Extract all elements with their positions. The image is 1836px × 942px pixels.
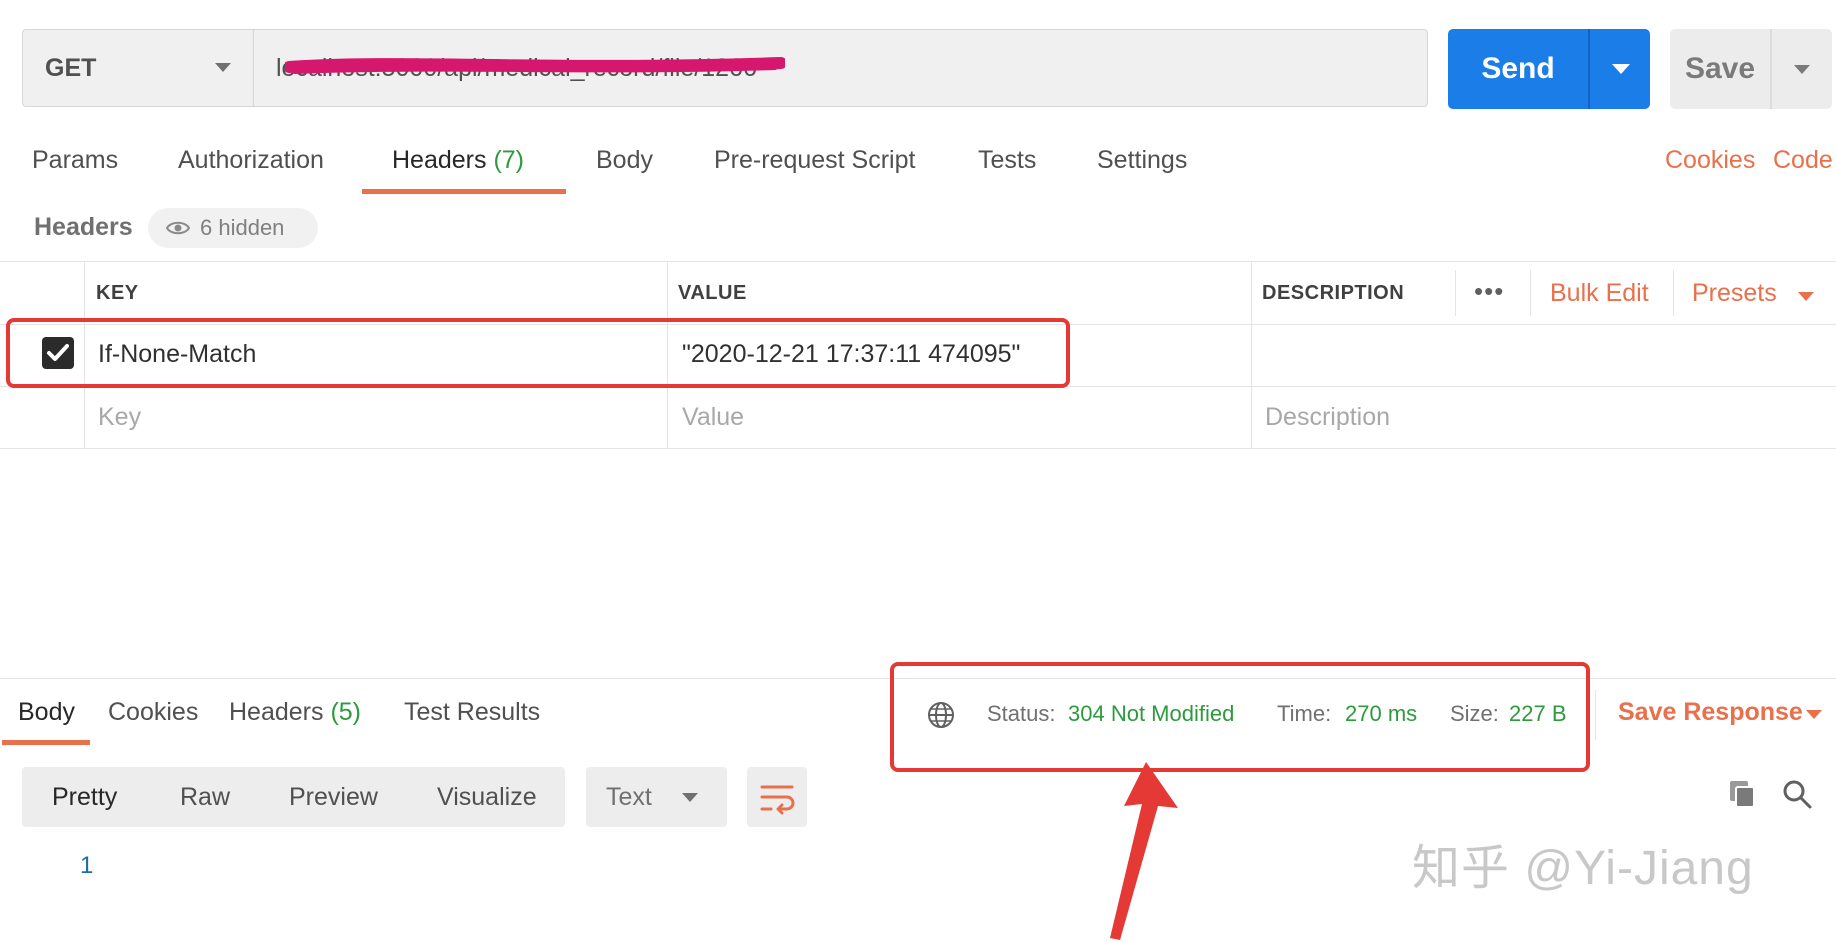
- view-mode-visualize[interactable]: Visualize: [437, 783, 537, 812]
- table-col-divider: [1455, 270, 1456, 316]
- chevron-down-icon: [1798, 292, 1814, 301]
- hidden-headers-count: 6 hidden: [200, 215, 285, 240]
- new-key-input[interactable]: Key: [98, 403, 141, 432]
- response-tab-test-results[interactable]: Test Results: [404, 698, 540, 727]
- view-mode-raw[interactable]: Raw: [180, 783, 230, 812]
- tab-body[interactable]: Body: [596, 146, 653, 175]
- chevron-down-icon: [215, 63, 231, 72]
- send-button[interactable]: Send: [1448, 29, 1650, 109]
- watermark: 知乎 @Yi-Jiang: [1412, 842, 1754, 895]
- save-options-button[interactable]: [1772, 29, 1832, 109]
- table-border-top: [0, 261, 1836, 262]
- hidden-headers-toggle[interactable]: 6 hidden: [148, 208, 318, 248]
- format-select[interactable]: Text: [586, 767, 727, 827]
- bulk-edit-link[interactable]: Bulk Edit: [1550, 279, 1649, 308]
- response-tab-headers-label: Headers: [229, 698, 324, 726]
- table-border-bottom: [0, 448, 1836, 449]
- view-mode-preview[interactable]: Preview: [289, 783, 378, 812]
- table-col-divider: [1530, 270, 1531, 316]
- line-number: 1: [80, 852, 94, 879]
- annotation-box-header: [6, 318, 1070, 388]
- tab-params[interactable]: Params: [32, 146, 118, 175]
- chevron-down-icon: [1612, 64, 1630, 74]
- presets-dropdown[interactable]: Presets: [1692, 279, 1777, 308]
- chevron-down-icon: [1794, 65, 1810, 74]
- copy-icon[interactable]: [1726, 777, 1760, 811]
- save-label: Save: [1684, 52, 1756, 85]
- tab-tests[interactable]: Tests: [978, 146, 1036, 175]
- save-response-button[interactable]: Save Response: [1618, 698, 1803, 727]
- table-col-divider: [1673, 270, 1674, 316]
- send-options-button[interactable]: [1590, 29, 1650, 109]
- headers-section-title: Headers: [34, 213, 133, 241]
- search-icon[interactable]: [1780, 777, 1814, 811]
- tab-headers-label: Headers: [392, 146, 487, 174]
- send-label: Send: [1481, 52, 1555, 85]
- annotation-box-status: [890, 662, 1590, 772]
- code-link[interactable]: Code: [1773, 146, 1833, 175]
- method-label: GET: [45, 53, 97, 82]
- column-header-key: KEY: [96, 282, 139, 304]
- new-description-input[interactable]: Description: [1265, 403, 1390, 432]
- wrap-lines-button[interactable]: [747, 767, 807, 827]
- table-col-divider: [1251, 262, 1252, 448]
- save-button[interactable]: Save: [1670, 29, 1832, 109]
- cookies-link[interactable]: Cookies: [1665, 146, 1755, 175]
- tab-pre-request-script[interactable]: Pre-request Script: [714, 146, 915, 175]
- new-value-input[interactable]: Value: [682, 403, 744, 432]
- eye-icon: [166, 221, 190, 235]
- chevron-down-icon: [1806, 710, 1822, 719]
- tab-headers-count: (7): [493, 146, 525, 174]
- tab-headers[interactable]: Headers (7): [392, 146, 524, 175]
- annotation-arrow: [1110, 762, 1178, 940]
- more-options-icon[interactable]: •••: [1474, 276, 1504, 307]
- chevron-down-icon: [682, 793, 698, 802]
- active-tab-indicator: [2, 740, 90, 745]
- view-mode-pretty[interactable]: Pretty: [52, 783, 117, 812]
- response-tab-body[interactable]: Body: [18, 698, 75, 727]
- tab-authorization[interactable]: Authorization: [178, 146, 324, 175]
- response-tab-cookies[interactable]: Cookies: [108, 698, 198, 727]
- response-tab-headers[interactable]: Headers (5): [229, 698, 361, 727]
- response-tab-headers-count: (5): [330, 698, 362, 726]
- method-select[interactable]: GET: [22, 29, 254, 107]
- format-label: Text: [606, 783, 652, 811]
- wrap-lines-icon: [760, 785, 795, 815]
- column-header-description: DESCRIPTION: [1262, 282, 1405, 304]
- column-header-value: VALUE: [678, 282, 747, 304]
- tab-settings[interactable]: Settings: [1097, 146, 1187, 175]
- redaction-scribble: [285, 57, 785, 74]
- active-tab-indicator: [362, 189, 566, 194]
- status-divider: [1595, 690, 1596, 740]
